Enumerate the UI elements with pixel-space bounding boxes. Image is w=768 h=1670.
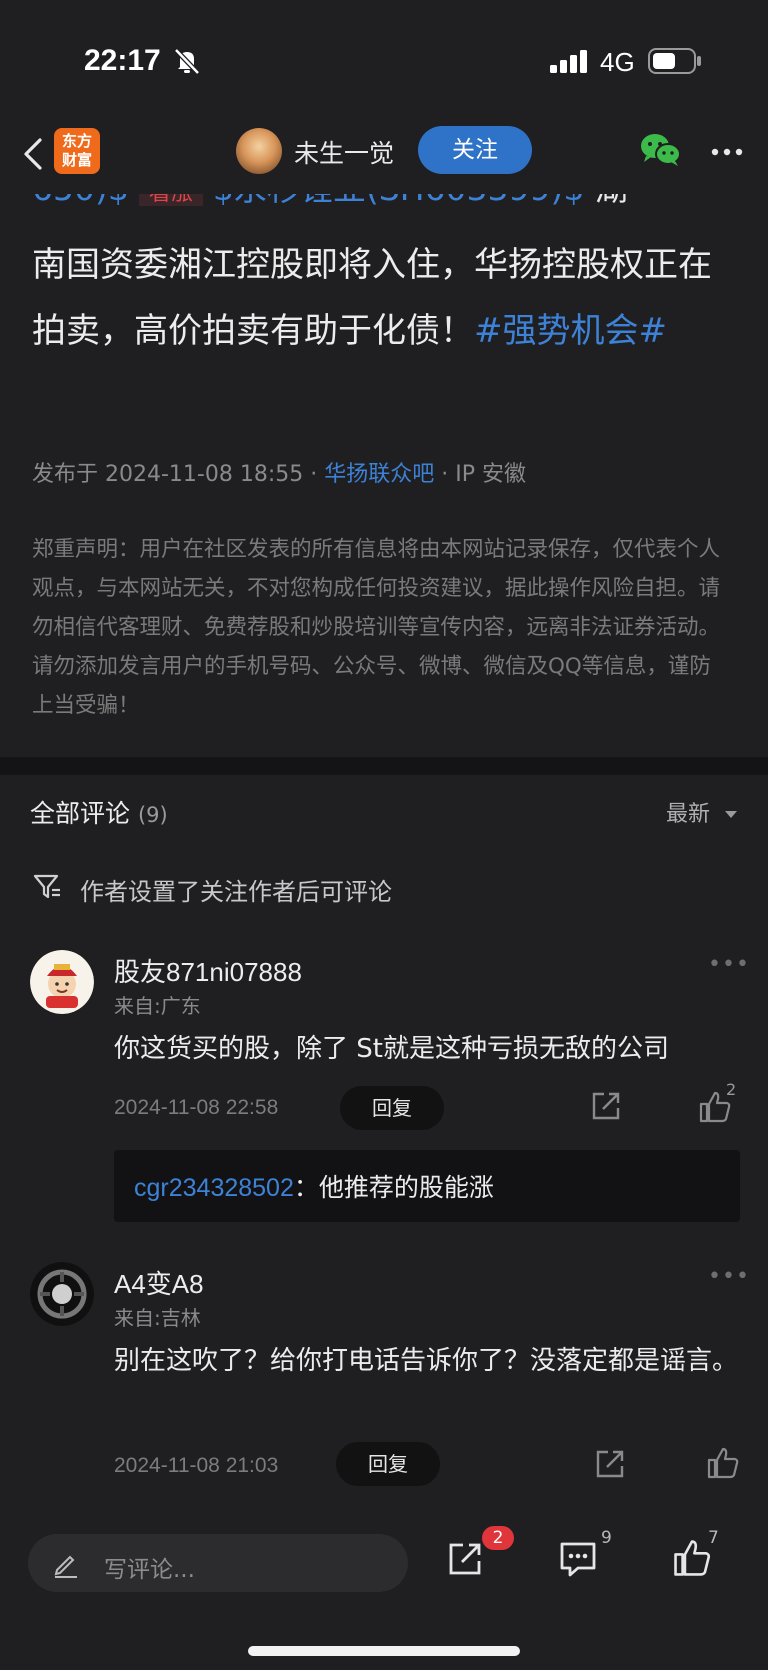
article-body: 南国资委湘江控股即将入住，华扬控股权正在拍卖，高价拍卖有助于化债！#强势机会# xyxy=(32,232,742,364)
hashtag-link[interactable]: #强势机会# xyxy=(474,311,667,351)
commenter-location: 来自:广东 xyxy=(114,994,201,1018)
comment-text: 别在这吹了？给你打电话告诉你了？没落定都是谣言。 xyxy=(114,1346,739,1376)
caret-down-icon xyxy=(725,811,738,818)
filter-icon xyxy=(32,872,62,906)
follow-button[interactable]: 关注 xyxy=(418,126,532,174)
forum-link[interactable]: 华扬联众吧 xyxy=(324,462,434,487)
battery-icon xyxy=(648,48,702,78)
like-icon[interactable] xyxy=(706,1446,740,1484)
more-options-icon[interactable] xyxy=(710,142,744,161)
share-icon[interactable] xyxy=(594,1448,626,1484)
reply-button[interactable]: 回复 xyxy=(336,1442,440,1486)
sort-dropdown[interactable]: 最新 xyxy=(666,796,739,828)
commenter-location: 来自:吉林 xyxy=(114,1306,201,1330)
logo-text-bottom: 财富 xyxy=(61,151,92,169)
comment-text: 你这货买的股，除了 St就是这种亏损无敌的公司 xyxy=(114,1034,669,1064)
comments-count: (9) xyxy=(137,803,168,827)
commenter-avatar[interactable] xyxy=(30,1262,94,1326)
reply-text: 他推荐的股能涨 xyxy=(318,1173,494,1202)
section-divider xyxy=(0,757,768,775)
like-count: 2 xyxy=(726,1080,737,1099)
bottom-action-bar: 写评论... 2 9 7 xyxy=(0,1514,768,1670)
comments-title: 全部评论 (9) xyxy=(30,794,168,830)
nested-reply[interactable]: cgr234328502：他推荐的股能涨 xyxy=(114,1150,740,1222)
comment-more-icon[interactable]: ••• xyxy=(708,1264,750,1289)
like-count: 7 xyxy=(708,1528,719,1548)
back-icon[interactable] xyxy=(18,132,58,176)
cellular-signal-icon xyxy=(550,50,590,78)
status-time: 22:17 xyxy=(84,44,161,77)
ip-location: · IP 安徽 xyxy=(434,462,526,487)
comment-time: 2024-11-08 22:58 xyxy=(114,1096,279,1119)
comment-placeholder: 写评论... xyxy=(104,1557,195,1583)
share-icon[interactable] xyxy=(590,1090,622,1126)
comment-more-icon[interactable]: ••• xyxy=(708,952,750,977)
reply-separator: ： xyxy=(293,1173,319,1202)
pencil-icon xyxy=(54,1555,77,1578)
mute-bell-icon xyxy=(172,46,202,80)
status-bar: 22:17 4G xyxy=(0,0,768,118)
wechat-share-icon[interactable] xyxy=(640,132,682,172)
comment-count: 9 xyxy=(601,1528,612,1548)
commenter-name[interactable]: A4变A8 xyxy=(114,1264,204,1301)
sort-label: 最新 xyxy=(666,802,711,827)
comment-permission-notice: 作者设置了关注作者后可评论 xyxy=(80,878,392,906)
share-count-badge: 2 xyxy=(482,1526,514,1550)
share-icon[interactable] xyxy=(446,1540,484,1582)
comment-icon[interactable] xyxy=(558,1540,598,1584)
app-logo[interactable]: 东方 财富 xyxy=(54,128,100,174)
home-indicator[interactable] xyxy=(248,1646,520,1656)
top-nav-bar: 东方 财富 未生一觉 关注 xyxy=(0,118,768,194)
comments-title-text: 全部评论 xyxy=(30,799,131,828)
disclaimer: 郑重声明：用户在社区发表的所有信息将由本网站记录保存，仅代表个人观点，与本网站无… xyxy=(32,537,721,718)
reply-button[interactable]: 回复 xyxy=(340,1086,444,1130)
post-meta: 发布于 2024-11-08 18:55 · 华扬联众吧 · IP 安徽 xyxy=(32,456,526,488)
network-type: 4G xyxy=(600,47,635,77)
write-comment-input[interactable]: 写评论... xyxy=(28,1534,408,1592)
author-name[interactable]: 未生一觉 xyxy=(294,134,394,170)
comment-time: 2024-11-08 21:03 xyxy=(114,1454,279,1477)
like-icon[interactable] xyxy=(672,1538,712,1582)
reply-username[interactable]: cgr234328502 xyxy=(134,1174,294,1202)
commenter-name[interactable]: 股友871ni07888 xyxy=(114,952,302,989)
logo-text-top: 东方 xyxy=(61,132,92,150)
author-avatar[interactable] xyxy=(236,128,282,174)
commenter-avatar[interactable] xyxy=(30,950,94,1014)
publish-info: 发布于 2024-11-08 18:55 · xyxy=(32,462,325,487)
